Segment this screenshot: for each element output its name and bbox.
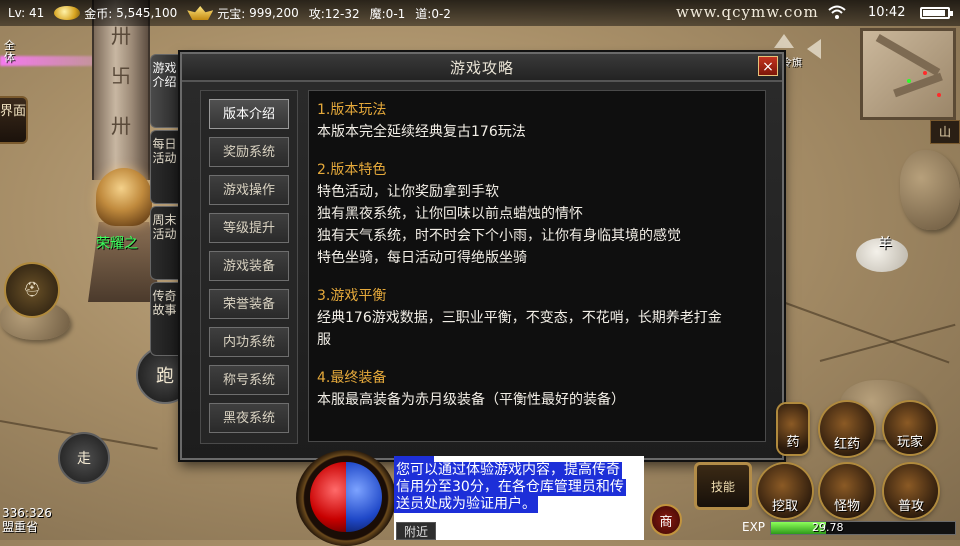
mp-globe	[346, 462, 382, 532]
flag-label: 令旗	[782, 58, 802, 69]
chat-line: 您可以通过体验游戏内容，提高传奇	[394, 462, 622, 479]
tab-weekend-activity[interactable]: 周末活动	[150, 206, 178, 280]
section-features: 2.版本特色 特色活动，让你奖励拿到手软 独有黑夜系统，让你回味以前点蜡烛的情怀…	[317, 159, 757, 269]
lantern-icon	[96, 168, 152, 226]
player-button[interactable]: 玩家	[884, 402, 936, 454]
section-gameplay: 1.版本玩法 本版本完全延续经典复古176玩法	[317, 99, 757, 143]
minimap-toggle[interactable]: 山	[930, 120, 960, 144]
ingot-icon	[187, 6, 214, 20]
exp-value: 29.78	[812, 521, 844, 534]
panel-header: 游戏攻略 ×	[182, 54, 782, 82]
rock	[900, 150, 960, 230]
exp-bar	[770, 521, 956, 535]
panel-title: 游戏攻略	[449, 59, 514, 77]
tab-daily-activity[interactable]: 每日活动	[150, 130, 178, 204]
walk-button[interactable]: 走	[58, 432, 110, 484]
chat-tab-nearby[interactable]: 附近	[396, 522, 436, 540]
close-icon[interactable]: ×	[758, 56, 778, 76]
section-title: 1.版本玩法	[317, 102, 387, 118]
section-line: 独有天气系统，时不时会下个小雨，让你有身临其境的感觉	[317, 228, 681, 244]
wifi-icon	[828, 5, 846, 19]
section-title: 3.游戏平衡	[317, 288, 387, 304]
dig-button[interactable]: 挖取	[758, 464, 812, 518]
menu-level-up[interactable]: 等级提升	[209, 213, 289, 243]
menu-night-system[interactable]: 黑夜系统	[209, 403, 289, 433]
panel-content: 1.版本玩法 本版本完全延续经典复古176玩法 2.版本特色 特色活动，让你奖励…	[308, 90, 766, 442]
menu-inner-power[interactable]: 内功系统	[209, 327, 289, 357]
section-balance: 3.游戏平衡 经典176游戏数据，三职业平衡，不变态，不花哨，长期养老打金 服	[317, 285, 757, 351]
flag-icon[interactable]	[774, 34, 794, 48]
shop-button[interactable]: 商	[650, 504, 682, 536]
potion-button[interactable]: 药	[778, 404, 808, 454]
npc-name[interactable]: 荣耀之	[96, 233, 138, 253]
menu-reward-system[interactable]: 奖励系统	[209, 137, 289, 167]
attack-stat: 攻:12-32	[308, 6, 360, 21]
chat-line: 信用分至30分，在各仓库管理员和传	[394, 479, 626, 496]
section-title: 2.版本特色	[317, 162, 387, 178]
gold-value: 5,545,100	[116, 6, 178, 20]
section-line: 独有黑夜系统，让你回味以前点蜡烛的情怀	[317, 206, 583, 222]
menu-game-controls[interactable]: 游戏操作	[209, 175, 289, 205]
menu-honor-equipment[interactable]: 荣誉装备	[209, 289, 289, 319]
menu-version-intro[interactable]: 版本介绍	[209, 99, 289, 129]
channel-label-all: 全体	[4, 39, 15, 64]
section-final-equipment: 4.最终装备 本服最高装备为赤月级装备（平衡性最好的装备）	[317, 367, 757, 411]
normal-attack-button[interactable]: 普攻	[884, 464, 938, 518]
red-potion-button[interactable]: 红药	[820, 402, 874, 456]
yuanbao-label: 元宝:	[217, 6, 246, 21]
strategy-panel: 游戏攻略 × 版本介绍 奖励系统 游戏操作 等级提升 游戏装备 荣誉装备 内功系…	[180, 52, 784, 460]
site-watermark: www.qcymw.com	[676, 3, 819, 21]
monster-button[interactable]: 怪物	[820, 464, 874, 518]
yuanbao-display: 元宝: 999,200	[187, 5, 299, 22]
magic-stat: 魔:0-1	[369, 6, 406, 21]
clock: 10:42	[868, 5, 906, 20]
section-line: 特色活动，让你奖励拿到手软	[317, 184, 499, 200]
helmet-icon[interactable]: ⛑	[4, 262, 60, 318]
level-text: Lv: 41	[8, 6, 45, 20]
level-display: Lv: 41	[8, 6, 44, 20]
status-bar: Lv: 41 金币: 5,545,100 元宝: 999,200 攻:12-32…	[0, 0, 960, 26]
tab-legend-story[interactable]: 传奇故事	[150, 282, 178, 356]
section-line: 本服最高装备为赤月级装备（平衡性最好的装备）	[317, 392, 625, 408]
yuanbao-value: 999,200	[249, 6, 299, 20]
exp-label: EXP	[742, 520, 766, 534]
stone-pillar: 卅 卐 卅	[92, 0, 150, 180]
section-line: 本版本完全延续经典复古176玩法	[317, 124, 526, 140]
coordinate-readout: 336:326 盟重省	[2, 506, 52, 534]
hp-globe	[310, 462, 346, 532]
map-name: 盟重省	[2, 520, 39, 534]
skill-button[interactable]: 技能	[694, 462, 752, 510]
interface-button[interactable]: 界面	[0, 96, 28, 144]
section-line: 特色坐骑，每日活动可得绝版坐骑	[317, 250, 527, 266]
coin-icon	[54, 6, 81, 20]
tab-game-intro[interactable]: 游戏介绍	[150, 54, 178, 128]
hp-mp-orb	[296, 450, 396, 546]
section-title: 4.最终装备	[317, 370, 387, 386]
menu-title-system[interactable]: 称号系统	[209, 365, 289, 395]
gold-label: 金币:	[84, 6, 113, 21]
tao-stat: 道:0-2	[415, 6, 451, 21]
coords-text: 336:326	[2, 506, 52, 520]
menu-game-equipment[interactable]: 游戏装备	[209, 251, 289, 281]
gold-display: 金币: 5,545,100	[54, 5, 177, 22]
minimap-icon[interactable]	[860, 28, 956, 120]
arrow-left-icon[interactable]	[807, 39, 821, 59]
chat-line: 送员处成为验证用户。	[394, 496, 538, 513]
section-line: 服	[317, 332, 331, 348]
monster-name: 羊	[878, 236, 892, 252]
battery-icon	[920, 7, 953, 19]
panel-menu: 版本介绍 奖励系统 游戏操作 等级提升 游戏装备 荣誉装备 内功系统 称号系统 …	[200, 90, 298, 444]
section-line: 经典176游戏数据，三职业平衡，不变态，不花哨，长期养老打金	[317, 310, 722, 326]
panel-tabs: 游戏介绍 每日活动 周末活动 传奇故事	[150, 54, 180, 358]
